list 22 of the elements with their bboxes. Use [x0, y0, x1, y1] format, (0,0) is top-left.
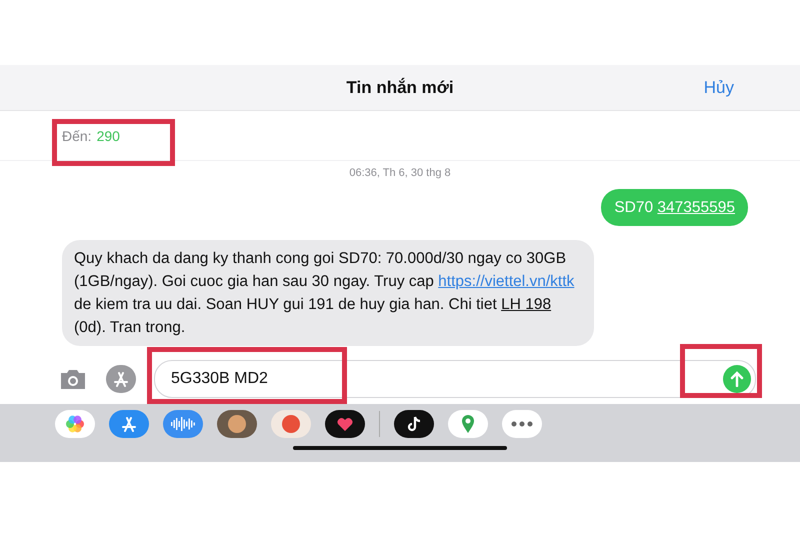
cancel-link[interactable]: Hủy — [704, 78, 734, 98]
heart-icon[interactable] — [325, 410, 365, 438]
app-store-icon[interactable] — [109, 410, 149, 438]
map-pin-icon[interactable] — [448, 410, 488, 438]
send-button[interactable] — [723, 365, 751, 393]
message-input-field[interactable]: 5G330B MD2 — [154, 360, 756, 398]
camera-icon[interactable] — [58, 367, 88, 391]
app-store-icon[interactable] — [106, 365, 136, 393]
avatar-icon[interactable] — [217, 410, 257, 438]
recipient-label: Đến: — [62, 128, 92, 144]
sent-message-bubble: SD70 347355595 — [601, 189, 748, 226]
message-link[interactable]: https://viettel.vn/kttk — [438, 273, 574, 290]
screen-title: Tin nhắn mới — [346, 78, 454, 98]
arrow-up-icon — [730, 371, 744, 387]
music-note-icon[interactable] — [394, 410, 434, 438]
avatar-icon[interactable] — [271, 410, 311, 438]
more-icon[interactable] — [502, 410, 542, 438]
message-timestamp: 06:36, Th 6, 30 thg 8 — [348, 167, 452, 179]
recipient-value[interactable]: 290 — [96, 128, 120, 144]
flower-icon[interactable] — [55, 410, 95, 438]
received-message-bubble: Quy khach da dang ky thanh cong goi SD70: 70.000d/30 ngay co 30GB (1GB/ngay). Goi cuoc gia han sau 30 ngay. Truy cap https://viettel.vn/kttk de kiem tra uu dai. Soan HUY gui 191 de huy gia han. Chi tiet LH 198 (0d). Tran trong. — [62, 240, 594, 346]
sound-wave-icon[interactable] — [163, 410, 203, 438]
